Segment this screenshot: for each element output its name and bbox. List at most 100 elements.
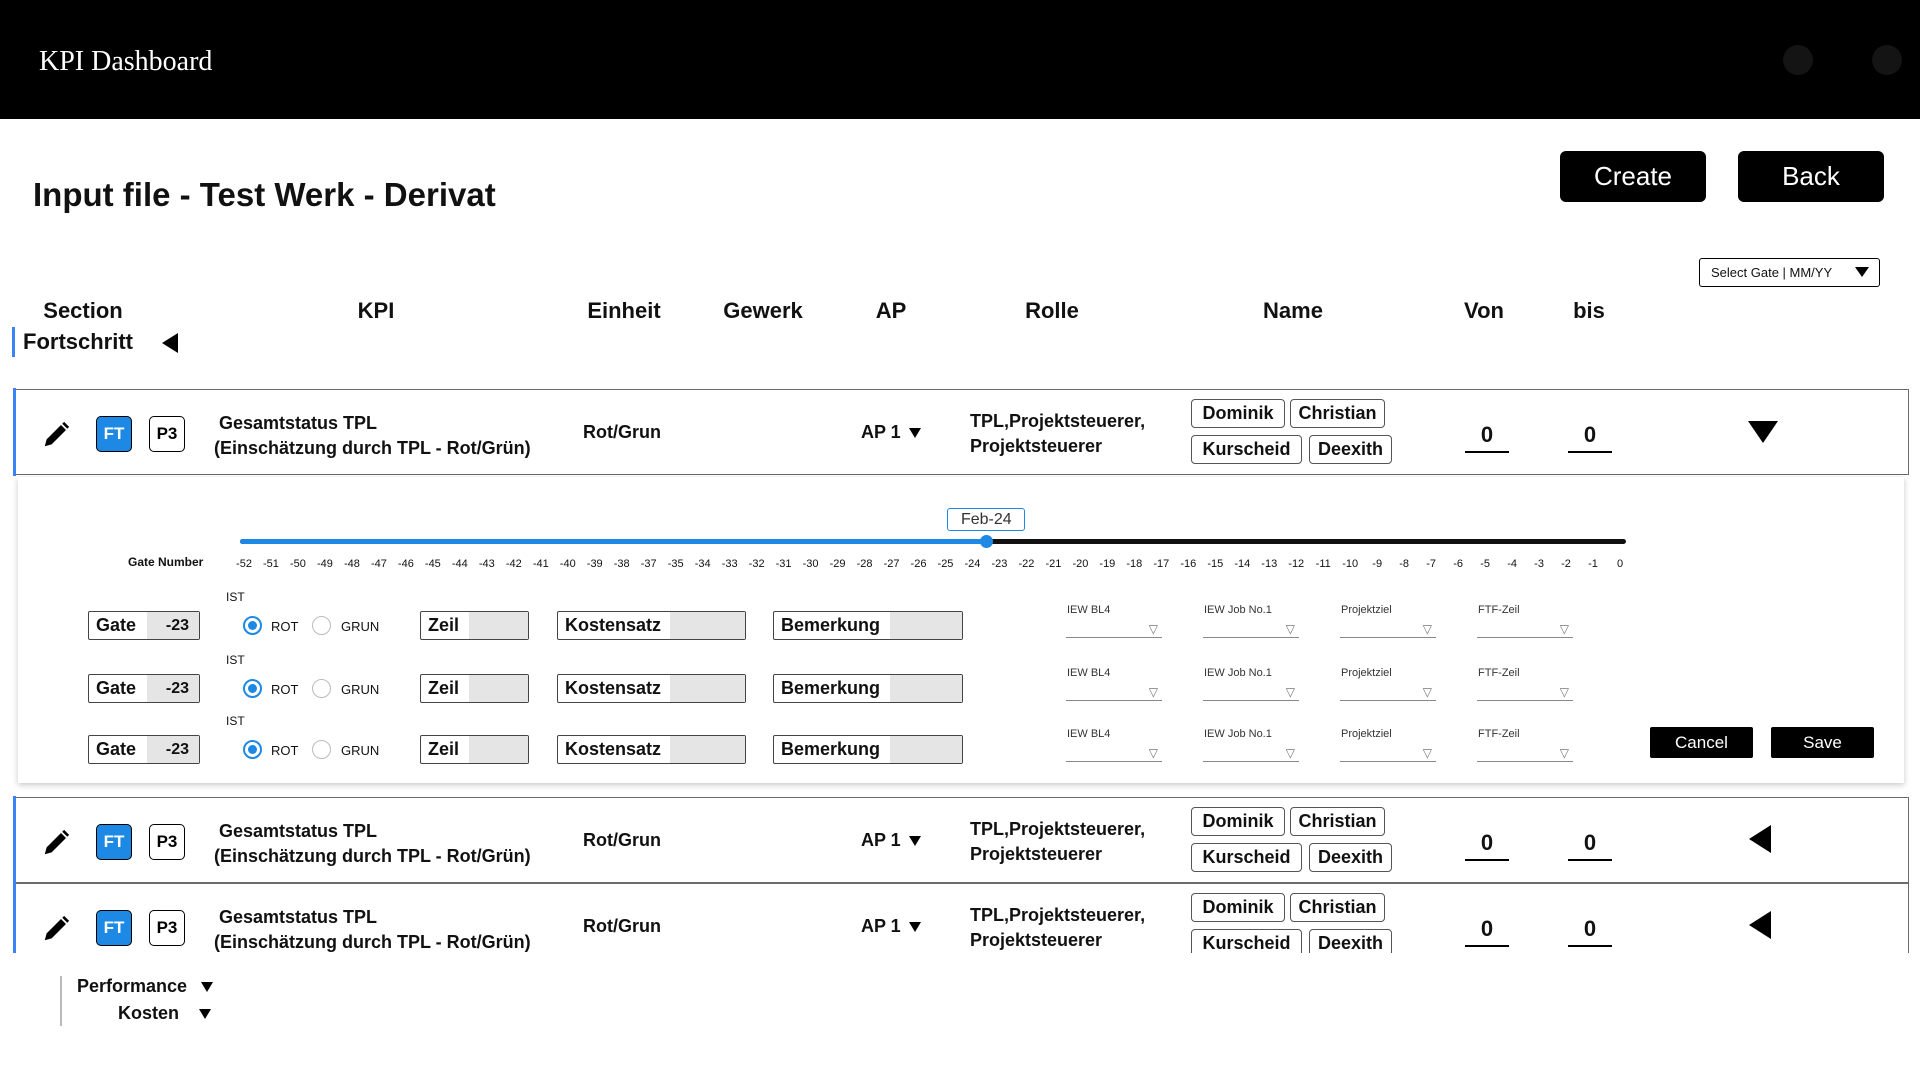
gate-tick-label: -11: [1315, 558, 1331, 570]
gate-tick-label: -19: [1099, 558, 1116, 570]
bis-value[interactable]: 0: [1568, 422, 1612, 453]
grun-radio[interactable]: [312, 616, 331, 635]
ftf-zeil-select[interactable]: FTF-Zeil ▽: [1477, 728, 1573, 762]
name-chip[interactable]: Christian: [1290, 893, 1385, 922]
gate-tick-label: -43: [478, 558, 495, 570]
triangle-left-icon[interactable]: [162, 333, 178, 353]
iew-job-select[interactable]: IEW Job No.1 ▽: [1203, 604, 1299, 638]
projektziel-label: Projektziel: [1341, 728, 1392, 740]
name-chip[interactable]: Deexith: [1309, 843, 1392, 872]
name-chip[interactable]: Deexith: [1309, 435, 1392, 464]
bemerkung-field[interactable]: Bemerkung: [773, 611, 963, 640]
top-bar: KPI Dashboard: [0, 0, 1920, 119]
gate-tick-label: -33: [721, 558, 738, 570]
rolle-line-2: Projektsteuerer: [970, 930, 1103, 950]
name-chip[interactable]: Christian: [1290, 807, 1385, 836]
chevron-down-icon: ▽: [1148, 685, 1158, 699]
iew-bl4-label: IEW BL4: [1067, 604, 1111, 616]
pencil-icon[interactable]: [41, 828, 71, 858]
rot-radio[interactable]: [243, 679, 262, 698]
von-value[interactable]: 0: [1465, 422, 1509, 453]
kostensatz-field[interactable]: Kostensatz: [557, 735, 746, 764]
ft-badge[interactable]: FT: [96, 910, 132, 946]
save-button[interactable]: Save: [1771, 727, 1874, 758]
kostensatz-field[interactable]: Kostensatz: [557, 674, 746, 703]
name-chip[interactable]: Kurscheid: [1191, 929, 1302, 953]
rot-radio[interactable]: [243, 740, 262, 759]
triangle-down-icon[interactable]: [1748, 421, 1778, 443]
kpi-title: Gesamtstatus TPL: [219, 821, 378, 841]
p3-badge[interactable]: P3: [149, 416, 185, 452]
kpi-row[interactable]: FT P3 Gesamtstatus TPL (Einschätzung dur…: [13, 796, 1909, 884]
projektziel-select[interactable]: Projektziel ▽: [1340, 728, 1436, 762]
kpi-row[interactable]: FT P3 Gesamtstatus TPL (Einschätzung dur…: [13, 388, 1909, 476]
grun-radio[interactable]: [312, 740, 331, 759]
zeil-field[interactable]: Zeil: [420, 611, 529, 640]
col-header-gewerk: Gewerk: [723, 298, 803, 323]
name-chip[interactable]: Dominik: [1191, 807, 1285, 836]
triangle-left-icon[interactable]: [1749, 911, 1771, 939]
ft-badge[interactable]: FT: [96, 416, 132, 452]
kpi-subtitle: (Einschätzung durch TPL - Rot/Grün): [214, 438, 531, 458]
nav-item-performance[interactable]: Performance: [77, 976, 214, 997]
gate-field[interactable]: Gate -23: [88, 674, 200, 703]
col-header-kpi: KPI: [357, 298, 395, 323]
zeil-field[interactable]: Zeil: [420, 674, 529, 703]
ftf-zeil-label: FTF-Zeil: [1478, 604, 1520, 616]
ftf-zeil-select[interactable]: FTF-Zeil ▽: [1477, 604, 1573, 638]
name-chip[interactable]: Kurscheid: [1191, 435, 1302, 464]
name-chip[interactable]: Dominik: [1191, 893, 1285, 922]
iew-bl4-select[interactable]: IEW BL4 ▽: [1066, 728, 1162, 762]
name-chip[interactable]: Deexith: [1309, 929, 1392, 953]
projektziel-select[interactable]: Projektziel ▽: [1340, 667, 1436, 701]
section-label[interactable]: Fortschritt: [23, 329, 133, 355]
cancel-button[interactable]: Cancel: [1650, 727, 1753, 758]
gate-select[interactable]: Select Gate | MM/YY: [1699, 258, 1880, 287]
name-chip[interactable]: Kurscheid: [1191, 843, 1302, 872]
name-chip[interactable]: Dominik: [1191, 399, 1285, 428]
chevron-down-icon: ▽: [1285, 685, 1295, 699]
col-header-name: Name: [1263, 298, 1323, 323]
rot-radio[interactable]: [243, 616, 262, 635]
gate-tick-label: -52: [236, 558, 252, 570]
ftf-zeil-select[interactable]: FTF-Zeil ▽: [1477, 667, 1573, 701]
projektziel-select[interactable]: Projektziel ▽: [1340, 604, 1436, 638]
einheit-value: Rot/Grun: [583, 916, 661, 936]
ap-select[interactable]: AP 1: [861, 422, 921, 443]
page-title: Input file - Test Werk - Derivat: [33, 176, 496, 213]
kostensatz-field[interactable]: Kostensatz: [557, 611, 746, 640]
iew-job-select[interactable]: IEW Job No.1 ▽: [1203, 728, 1299, 762]
notification-icon[interactable]: [1783, 45, 1813, 75]
ft-badge[interactable]: FT: [96, 824, 132, 860]
ap-select[interactable]: AP 1: [861, 916, 921, 937]
user-icon[interactable]: [1872, 45, 1902, 75]
ap-select[interactable]: AP 1: [861, 830, 921, 851]
p3-badge[interactable]: P3: [149, 824, 185, 860]
kpi-text: Gesamtstatus TPL (Einschätzung durch TPL…: [214, 819, 531, 869]
zeil-field[interactable]: Zeil: [420, 735, 529, 764]
back-button[interactable]: Back: [1738, 151, 1884, 202]
gate-slider-thumb[interactable]: [980, 535, 994, 548]
grun-radio[interactable]: [312, 679, 331, 698]
iew-bl4-select[interactable]: IEW BL4 ▽: [1066, 667, 1162, 701]
von-value[interactable]: 0: [1465, 830, 1509, 861]
bemerkung-field[interactable]: Bemerkung: [773, 674, 963, 703]
triangle-left-icon[interactable]: [1749, 825, 1771, 853]
gate-field[interactable]: Gate -23: [88, 611, 200, 640]
name-chip[interactable]: Christian: [1290, 399, 1385, 428]
von-value[interactable]: 0: [1465, 916, 1509, 947]
gate-tick-label: -45: [424, 558, 441, 570]
iew-job-select[interactable]: IEW Job No.1 ▽: [1203, 667, 1299, 701]
bemerkung-field[interactable]: Bemerkung: [773, 735, 963, 764]
gate-field[interactable]: Gate -23: [88, 735, 200, 764]
kpi-row[interactable]: FT P3 Gesamtstatus TPL (Einschätzung dur…: [13, 883, 1909, 953]
p3-badge[interactable]: P3: [149, 910, 185, 946]
pencil-icon[interactable]: [41, 420, 71, 450]
pencil-icon[interactable]: [41, 914, 71, 944]
nav-item-kosten[interactable]: Kosten: [118, 1003, 212, 1024]
bis-value[interactable]: 0: [1568, 916, 1612, 947]
iew-bl4-select[interactable]: IEW BL4 ▽: [1066, 604, 1162, 638]
bis-value[interactable]: 0: [1568, 830, 1612, 861]
create-button[interactable]: Create: [1560, 151, 1706, 202]
gate-tick-label: -50: [290, 558, 306, 570]
